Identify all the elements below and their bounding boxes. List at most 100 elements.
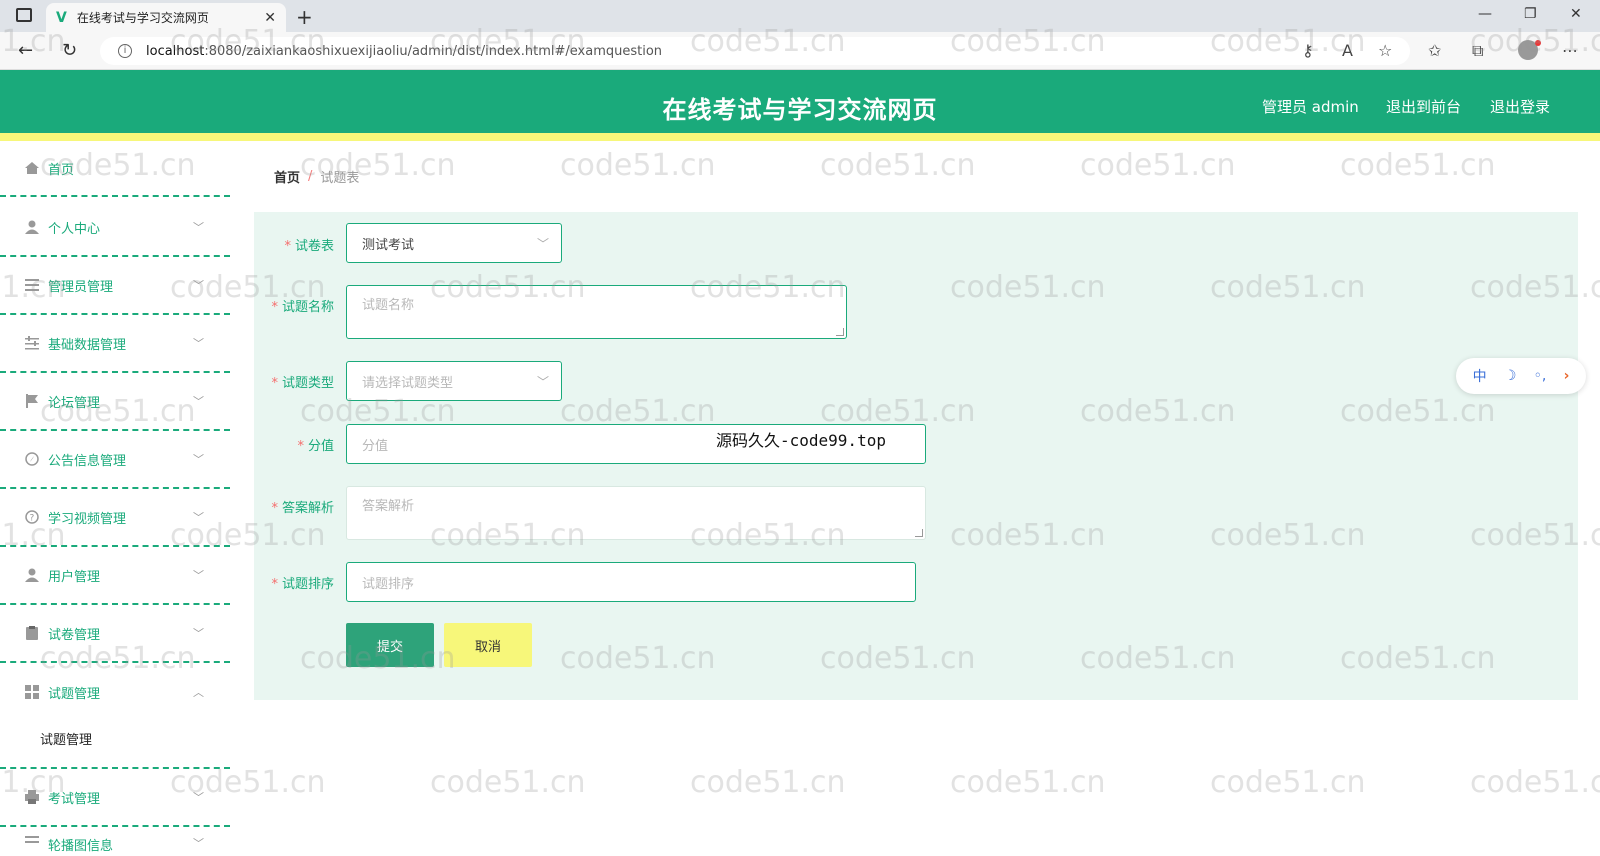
chevron-down-icon: ﹀	[193, 453, 204, 466]
close-tab-icon[interactable]: ✕	[264, 10, 276, 26]
punctuation-icon[interactable]: ◦,	[1534, 368, 1547, 384]
sidebar-item-papers[interactable]: 试卷管理 ﹀	[0, 605, 230, 663]
close-window-icon[interactable]: ✕	[1570, 6, 1582, 22]
home-icon	[24, 161, 40, 175]
svg-text:?: ?	[30, 514, 35, 524]
sidebar-item-label: 考试管理	[48, 791, 101, 807]
sidebar-item-label: 公告信息管理	[48, 453, 127, 469]
submenu-item-question-management[interactable]: 试题管理	[40, 729, 92, 748]
analysis-textarea[interactable]: 答案解析	[346, 486, 926, 540]
vue-logo-icon: V	[56, 9, 67, 26]
flag-icon	[24, 394, 40, 408]
sidebar-item-forum[interactable]: 论坛管理 ﹀	[0, 373, 230, 431]
new-tab-icon[interactable]: +	[296, 5, 313, 29]
list-icon	[24, 278, 40, 292]
browser-tab[interactable]: V 在线考试与学习交流网页 ✕	[46, 3, 286, 32]
url-host: localhost	[146, 43, 205, 59]
admin-label: 管理员 admin	[1262, 98, 1359, 116]
user-icon	[24, 568, 40, 582]
score-placeholder: 分值	[362, 438, 389, 454]
question-type-placeholder: 请选择试题类型	[362, 375, 454, 391]
question-name-textarea[interactable]: 试题名称	[346, 285, 847, 339]
floating-ime-widget[interactable]: 中 ☽ ◦, ›	[1456, 358, 1586, 394]
chevron-down-icon: ﹀	[193, 569, 204, 582]
sidebar-item-notice[interactable]: 公告信息管理 ﹀	[0, 431, 230, 489]
sliders-icon	[24, 336, 40, 350]
sidebar-item-label: 个人中心	[48, 221, 101, 237]
chevron-down-icon: ﹀	[193, 627, 204, 640]
watermark-text: code51.cn	[430, 765, 586, 800]
paper-select[interactable]: 测试考试 ﹀	[346, 223, 562, 263]
logout-link[interactable]: 退出登录	[1490, 96, 1550, 117]
sidebar-item-videos[interactable]: ? 学习视频管理 ﹀	[0, 489, 230, 547]
question-type-label: * 试题类型	[271, 376, 334, 391]
watermark-text: code51.cn	[690, 765, 846, 800]
sidebar-item-admins[interactable]: 管理员管理 ﹀	[0, 257, 230, 315]
sidebar-item-users[interactable]: 用户管理 ﹀	[0, 547, 230, 605]
watermark-text: code51.cn	[950, 765, 1106, 800]
breadcrumb-home[interactable]: 首页	[274, 167, 300, 186]
address-bar: ← ↻ i localhost :8080/zaixiankaoshixuexi…	[0, 32, 1600, 70]
moon-icon[interactable]: ☽	[1504, 368, 1517, 384]
help-icon: ?	[24, 510, 40, 524]
collections-icon[interactable]: ⧉	[1472, 41, 1483, 61]
grid-icon	[24, 685, 40, 699]
read-aloud-icon[interactable]: A	[1342, 41, 1353, 60]
to-front-link[interactable]: 退出到前台	[1386, 96, 1461, 117]
chevron-down-icon: ﹀	[193, 279, 204, 292]
chevron-down-icon: ﹀	[193, 337, 204, 350]
add-favorite-icon[interactable]: ☆	[1378, 41, 1392, 60]
submit-button[interactable]: 提交	[346, 623, 434, 667]
profile-avatar[interactable]	[1518, 40, 1541, 60]
sidebar-item-home[interactable]: 首页	[0, 141, 230, 197]
url-field[interactable]: i localhost :8080/zaixiankaoshixuexijiao…	[100, 37, 1410, 65]
resize-handle[interactable]	[915, 529, 923, 537]
question-name-label: * 试题名称	[271, 300, 334, 315]
sort-placeholder: 试题排序	[362, 576, 415, 592]
sidebar-item-personal[interactable]: 个人中心 ﹀	[0, 199, 230, 257]
language-toggle[interactable]: 中	[1473, 366, 1487, 386]
compass-icon	[24, 452, 40, 466]
sidebar-toggle-icon[interactable]	[16, 8, 32, 22]
sidebar-item-basic-data[interactable]: 基础数据管理 ﹀	[0, 315, 230, 373]
refresh-icon[interactable]: ↻	[62, 40, 77, 61]
analysis-placeholder: 答案解析	[362, 499, 415, 514]
sort-input[interactable]: 试题排序	[346, 562, 916, 602]
sidebar-item-questions[interactable]: 试题管理 ︿	[0, 663, 230, 721]
sidebar-item-label: 试卷管理	[48, 627, 101, 643]
sidebar-item-label: 轮播图信息	[48, 839, 114, 854]
question-type-select[interactable]: 请选择试题类型 ﹀	[346, 361, 562, 401]
sidebar-item-exams[interactable]: 考试管理 ﹀	[0, 769, 230, 827]
watermark-text: code51.cn	[1210, 765, 1366, 800]
key-icon[interactable]: ⚷	[1302, 41, 1314, 60]
favorites-icon[interactable]: ✩	[1428, 41, 1441, 60]
sidebar-item-carousel[interactable]: 轮播图信息 ﹀	[0, 829, 230, 856]
resize-handle[interactable]	[836, 328, 844, 336]
chevron-down-icon: ﹀	[193, 221, 204, 234]
analysis-label: * 答案解析	[271, 501, 334, 516]
clipboard-icon	[24, 626, 40, 640]
breadcrumb-separator: /	[308, 168, 313, 184]
chevron-right-icon[interactable]: ›	[1564, 368, 1570, 384]
sidebar-item-label: 用户管理	[48, 569, 101, 585]
back-icon[interactable]: ←	[18, 40, 33, 61]
chevron-down-icon: ﹀	[536, 236, 549, 251]
watermark-text: code51.cn	[1470, 765, 1600, 800]
question-name-placeholder: 试题名称	[362, 298, 415, 313]
sidebar-item-label: 学习视频管理	[48, 511, 127, 527]
breadcrumb-current: 试题表	[320, 170, 360, 186]
paper-label: * 试卷表	[284, 239, 334, 254]
paper-select-value: 测试考试	[362, 237, 415, 253]
minimize-icon[interactable]: —	[1478, 6, 1492, 22]
list-icon	[24, 835, 40, 849]
more-icon[interactable]: ⋯	[1562, 41, 1578, 60]
sidebar-item-label: 论坛管理	[48, 395, 101, 411]
sidebar-item-label: 管理员管理	[48, 279, 114, 295]
printer-icon	[24, 790, 40, 804]
cancel-button[interactable]: 取消	[444, 623, 532, 667]
overlay-watermark-text: 源码久久-code99.top	[716, 431, 886, 450]
restore-icon[interactable]: ❐	[1524, 6, 1537, 22]
user-icon	[24, 220, 40, 234]
chevron-down-icon: ﹀	[193, 511, 204, 524]
info-icon[interactable]: i	[118, 44, 132, 58]
